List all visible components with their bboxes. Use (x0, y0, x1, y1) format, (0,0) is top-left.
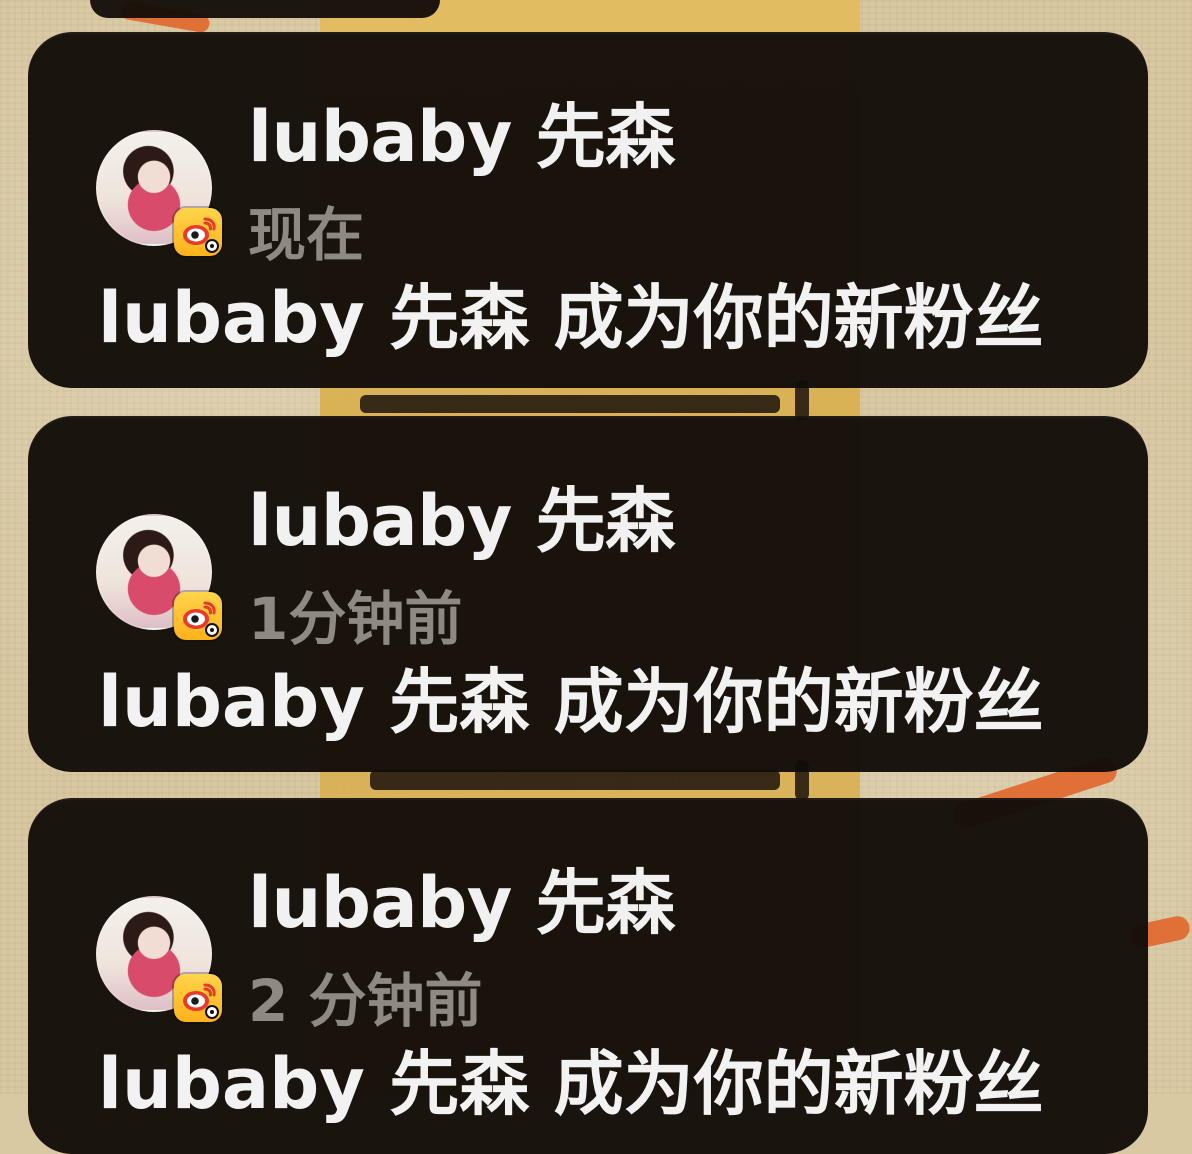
notification-message: lubaby 先森 成为你的新粉丝 (98, 661, 1044, 743)
notification-card[interactable]: lubaby 先森 现在 lubaby 先森 成为你的新粉丝 (28, 32, 1148, 388)
previous-notification-peek[interactable] (90, 0, 440, 18)
avatar (96, 896, 222, 1022)
notification-message: lubaby 先森 成为你的新粉丝 (98, 277, 1044, 359)
notification-title: lubaby 先森 (248, 862, 675, 944)
notification-time: 2 分钟前 (248, 967, 483, 1035)
notification-card[interactable]: lubaby 先森 1分钟前 lubaby 先森 成为你的新粉丝 (28, 416, 1148, 772)
weibo-app-badge-icon (174, 592, 222, 640)
notification-stack: lubaby 先森 现在 lubaby 先森 成为你的新粉丝 lubaby 先森 (0, 0, 1192, 1154)
notification-time: 1分钟前 (248, 585, 463, 653)
notification-message: lubaby 先森 成为你的新粉丝 (98, 1043, 1044, 1125)
avatar (96, 514, 222, 640)
notification-title: lubaby 先森 (248, 480, 675, 562)
weibo-app-badge-icon (174, 208, 222, 256)
notification-title: lubaby 先森 (248, 96, 675, 178)
notification-time: 现在 (248, 201, 365, 269)
weibo-app-badge-icon (174, 974, 222, 1022)
notification-card[interactable]: lubaby 先森 2 分钟前 lubaby 先森 成为你的新粉丝 (28, 798, 1148, 1154)
avatar (96, 130, 222, 256)
